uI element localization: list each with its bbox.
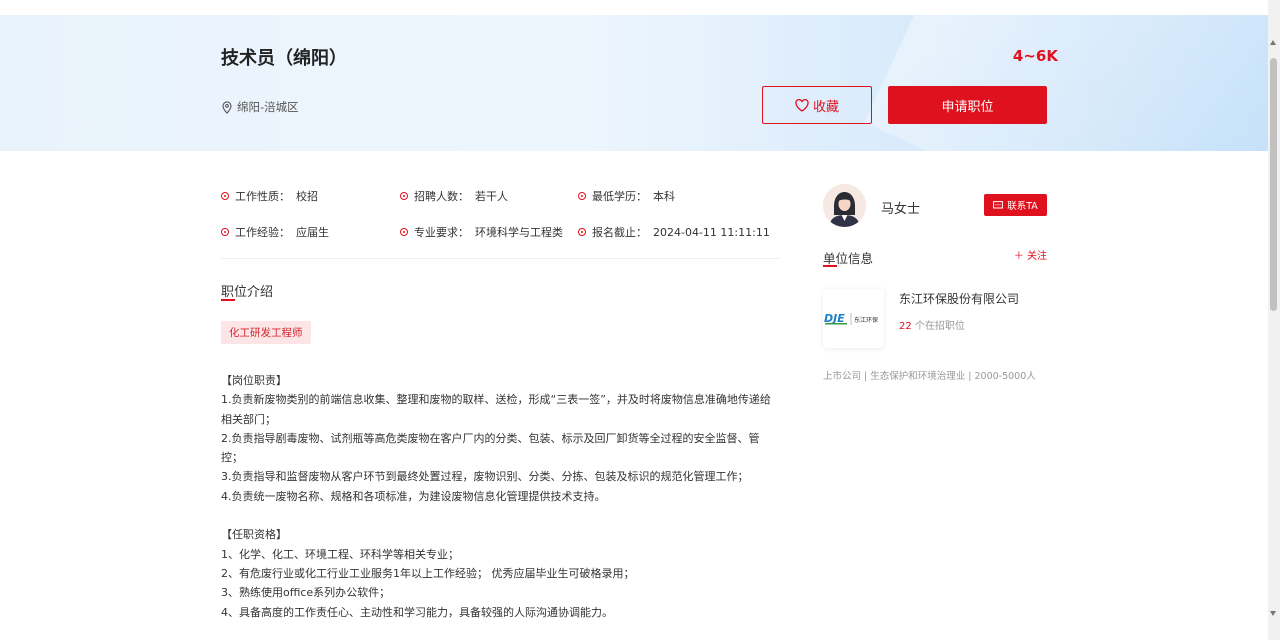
avatar-illustration-icon <box>823 184 866 227</box>
recruiter-name: 马女士 <box>881 202 921 217</box>
section-underline <box>221 299 235 301</box>
duties-title: 【岗位职责】 <box>221 374 287 387</box>
bullet-icon <box>400 192 408 200</box>
contact-button[interactable]: 联系TA <box>984 194 1047 216</box>
meta-label: 招聘人数： <box>414 190 469 203</box>
meta-label: 工作经验： <box>235 226 290 239</box>
location-pin-icon <box>222 100 232 114</box>
job-description: 【岗位职责】 1.负责新废物类别的前端信息收集、整理和废物的取样、送检，形成“三… <box>221 371 781 622</box>
meta-value: 环境科学与工程类 <box>475 226 563 239</box>
job-location: 绵阳-涪城区 <box>221 99 299 115</box>
meta-job-type: 工作性质： 校招 <box>221 188 318 204</box>
requirement-item: 3、熟练使用office系列办公软件； <box>221 586 391 600</box>
salary: 4~6K <box>1012 47 1058 65</box>
duty-item: 1.负责新废物类别的前端信息收集、整理和废物的取样、送检，形成“三表一签”，并及… <box>221 393 771 426</box>
apply-button[interactable]: 申请职位 <box>888 86 1047 124</box>
meta-experience: 工作经验： 应届生 <box>221 224 329 240</box>
company-logo[interactable]: DJE 东江环保 <box>823 289 884 348</box>
favorite-button[interactable]: 收藏 <box>762 86 872 124</box>
chat-icon <box>993 200 1004 209</box>
requirement-item: 4、具备高度的工作责任心、主动性和学习能力，具备较强的人际沟通协调能力。 <box>221 605 613 619</box>
scroll-thumb[interactable] <box>1270 58 1277 311</box>
company-logo-text: 东江环保 <box>854 316 878 324</box>
recruiter-avatar <box>823 184 866 227</box>
meta-label: 专业要求： <box>414 226 469 239</box>
job-header <box>0 15 1268 151</box>
requirement-item: 1、化学、化工、环境工程、环科学等相关专业； <box>221 547 459 561</box>
meta-education: 最低学历： 本科 <box>578 188 675 204</box>
favorite-label: 收藏 <box>812 99 839 115</box>
company-open-jobs[interactable]: 22 个在招职位 <box>899 317 965 332</box>
divider <box>221 258 780 259</box>
duty-item: 4.负责统一废物名称、规格和各项标准，为建设废物信息化管理提供技术支持。 <box>221 489 606 503</box>
meta-deadline: 报名截止： 2024-04-11 11:11:11 <box>578 224 770 240</box>
bullet-icon <box>221 228 229 236</box>
bullet-icon <box>578 228 586 236</box>
top-bar <box>0 0 1268 15</box>
bullet-icon <box>578 192 586 200</box>
duty-item: 3.负责指导和监督废物从客户环节到最终处置过程，废物识别、分类、分拣、包装及标识… <box>221 470 749 484</box>
bullet-icon <box>221 192 229 200</box>
meta-label: 报名截止： <box>592 226 647 239</box>
open-jobs-count: 22 <box>899 321 912 332</box>
scroll-down-arrow-icon[interactable] <box>1270 611 1276 616</box>
follow-button[interactable]: ＋ 关注 <box>1014 247 1047 262</box>
requirement-item: 2、有危废行业或化工行业工业服务1年以上工作经验； 优秀应届毕业生可破格录用； <box>221 566 635 580</box>
company-meta: 上市公司 | 生态保护和环境治理业 | 2000-5000人 <box>823 371 1036 382</box>
meta-value: 若干人 <box>475 190 508 203</box>
meta-label: 工作性质： <box>235 190 290 203</box>
meta-headcount: 招聘人数： 若干人 <box>400 188 508 204</box>
meta-value: 应届生 <box>296 226 329 239</box>
job-title: 技术员（绵阳） <box>221 48 347 69</box>
company-name[interactable]: 东江环保股份有限公司 <box>899 290 1019 307</box>
location-text: 绵阳-涪城区 <box>237 100 299 114</box>
bullet-icon <box>400 228 408 236</box>
company-logo-icon: DJE 东江环保 <box>824 312 878 325</box>
meta-value: 本科 <box>653 190 675 203</box>
meta-label: 最低学历： <box>592 190 647 203</box>
duty-item: 2.负责指导剧毒废物、试剂瓶等高危类废物在客户厂内的分类、包装、标示及回厂卸货等… <box>221 431 760 465</box>
job-category-tag: 化工研发工程师 <box>221 321 311 344</box>
meta-major: 专业要求： 环境科学与工程类 <box>400 224 563 240</box>
meta-value: 校招 <box>296 190 318 203</box>
open-jobs-suffix: 个在招职位 <box>911 321 965 332</box>
section-underline <box>823 265 837 267</box>
scroll-up-arrow-icon[interactable] <box>1270 40 1276 45</box>
requirements-title: 【任职资格】 <box>221 528 287 542</box>
contact-label: 联系TA <box>1007 201 1038 212</box>
section-title-job-intro: 职位介绍 <box>221 285 274 300</box>
meta-value: 2024-04-11 11:11:11 <box>653 225 770 239</box>
heart-icon <box>795 98 809 112</box>
